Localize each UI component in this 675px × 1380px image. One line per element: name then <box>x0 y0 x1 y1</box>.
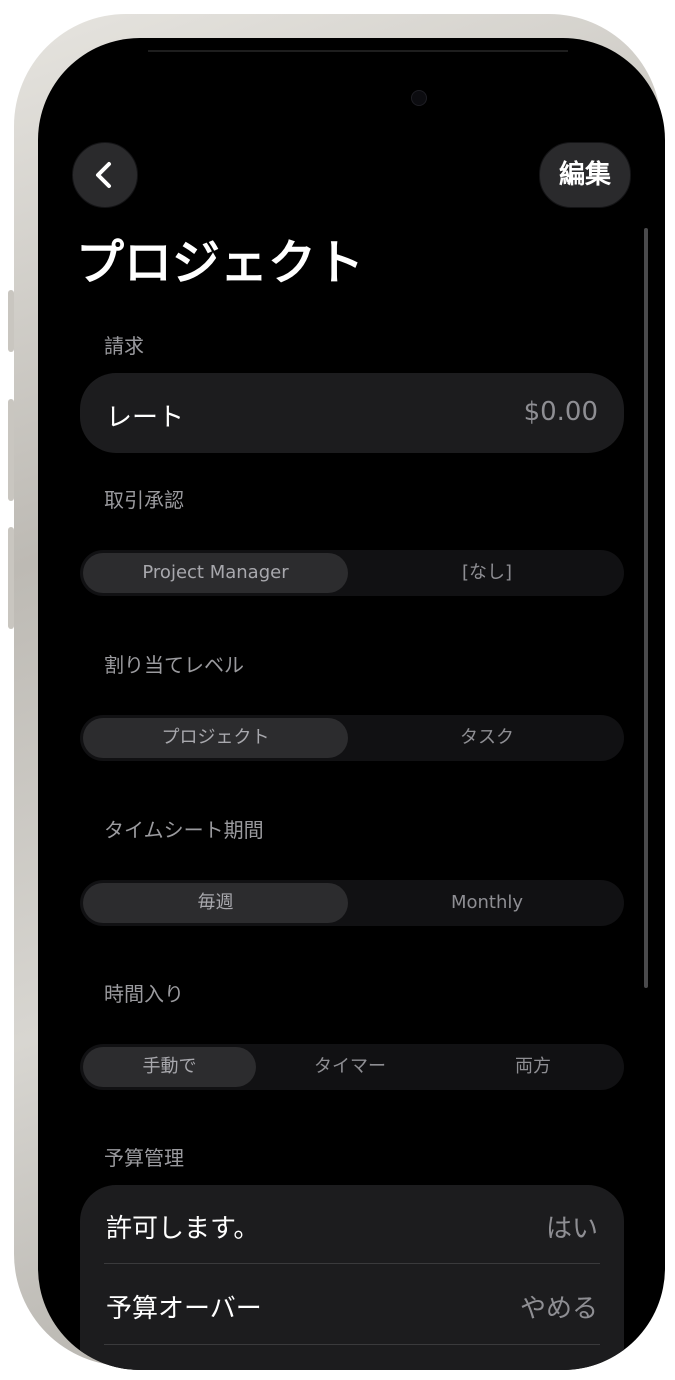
row-divider <box>104 1344 600 1345</box>
action-button <box>8 290 14 352</box>
scrollbar[interactable] <box>644 228 648 988</box>
rate-label: レート <box>106 403 185 433</box>
budget-section-label: 予算管理 <box>104 1146 184 1170</box>
timesheet-period-segmented-control: 毎週 Monthly <box>80 880 624 926</box>
rate-value: $0.00 <box>523 397 598 427</box>
time-entry-section-label: 時間入り <box>104 982 184 1006</box>
timesheet-period-section-label: タイムシート期間 <box>104 818 264 842</box>
assignment-option-project[interactable]: プロジェクト <box>83 718 348 758</box>
volume-down-button <box>8 527 14 629</box>
assignment-level-segmented-control: プロジェクト タスク <box>80 715 624 761</box>
rate-row[interactable]: レート $0.00 <box>80 373 624 453</box>
billing-section-label: 請求 <box>104 334 144 358</box>
chevron-left-icon <box>96 162 111 188</box>
budget-allow-value: はい <box>545 1214 598 1244</box>
time-entry-segmented-control: 手動で タイマー 両方 <box>80 1044 624 1090</box>
time-entry-option-both[interactable]: 両方 <box>444 1047 622 1087</box>
approval-segmented-control: Project Manager [なし] <box>80 550 624 596</box>
timesheet-option-weekly[interactable]: 毎週 <box>83 883 348 923</box>
edit-button[interactable]: 編集 <box>539 142 631 208</box>
screen: 編集 プロジェクト 請求 レート $0.00 取引承認 Project Mana… <box>38 38 665 1370</box>
assignment-option-task[interactable]: タスク <box>352 718 622 758</box>
volume-up-button <box>8 399 14 501</box>
budget-overrun-label: 予算オーバー <box>106 1294 262 1324</box>
front-camera <box>411 90 427 106</box>
time-entry-option-timer[interactable]: タイマー <box>262 1047 438 1087</box>
back-button[interactable] <box>72 142 138 208</box>
approval-section-label: 取引承認 <box>104 488 184 512</box>
budget-overrun-value: やめる <box>519 1294 598 1324</box>
bezel-line <box>148 50 568 52</box>
time-entry-option-manual[interactable]: 手動で <box>83 1047 256 1087</box>
budget-card: 許可します。 はい 予算オーバー やめる <box>80 1185 624 1370</box>
page-title: プロジェクト <box>76 235 365 291</box>
approval-option-project-manager[interactable]: Project Manager <box>83 553 348 593</box>
timesheet-option-monthly[interactable]: Monthly <box>352 883 622 923</box>
budget-allow-row[interactable]: 許可します。 はい <box>80 1185 624 1263</box>
assignment-level-section-label: 割り当てレベル <box>104 653 244 677</box>
approval-option-none[interactable]: [なし] <box>352 553 622 593</box>
budget-overrun-row[interactable]: 予算オーバー やめる <box>80 1264 624 1344</box>
budget-allow-label: 許可します。 <box>106 1214 260 1244</box>
phone-frame: 編集 プロジェクト 請求 レート $0.00 取引承認 Project Mana… <box>8 14 665 1370</box>
